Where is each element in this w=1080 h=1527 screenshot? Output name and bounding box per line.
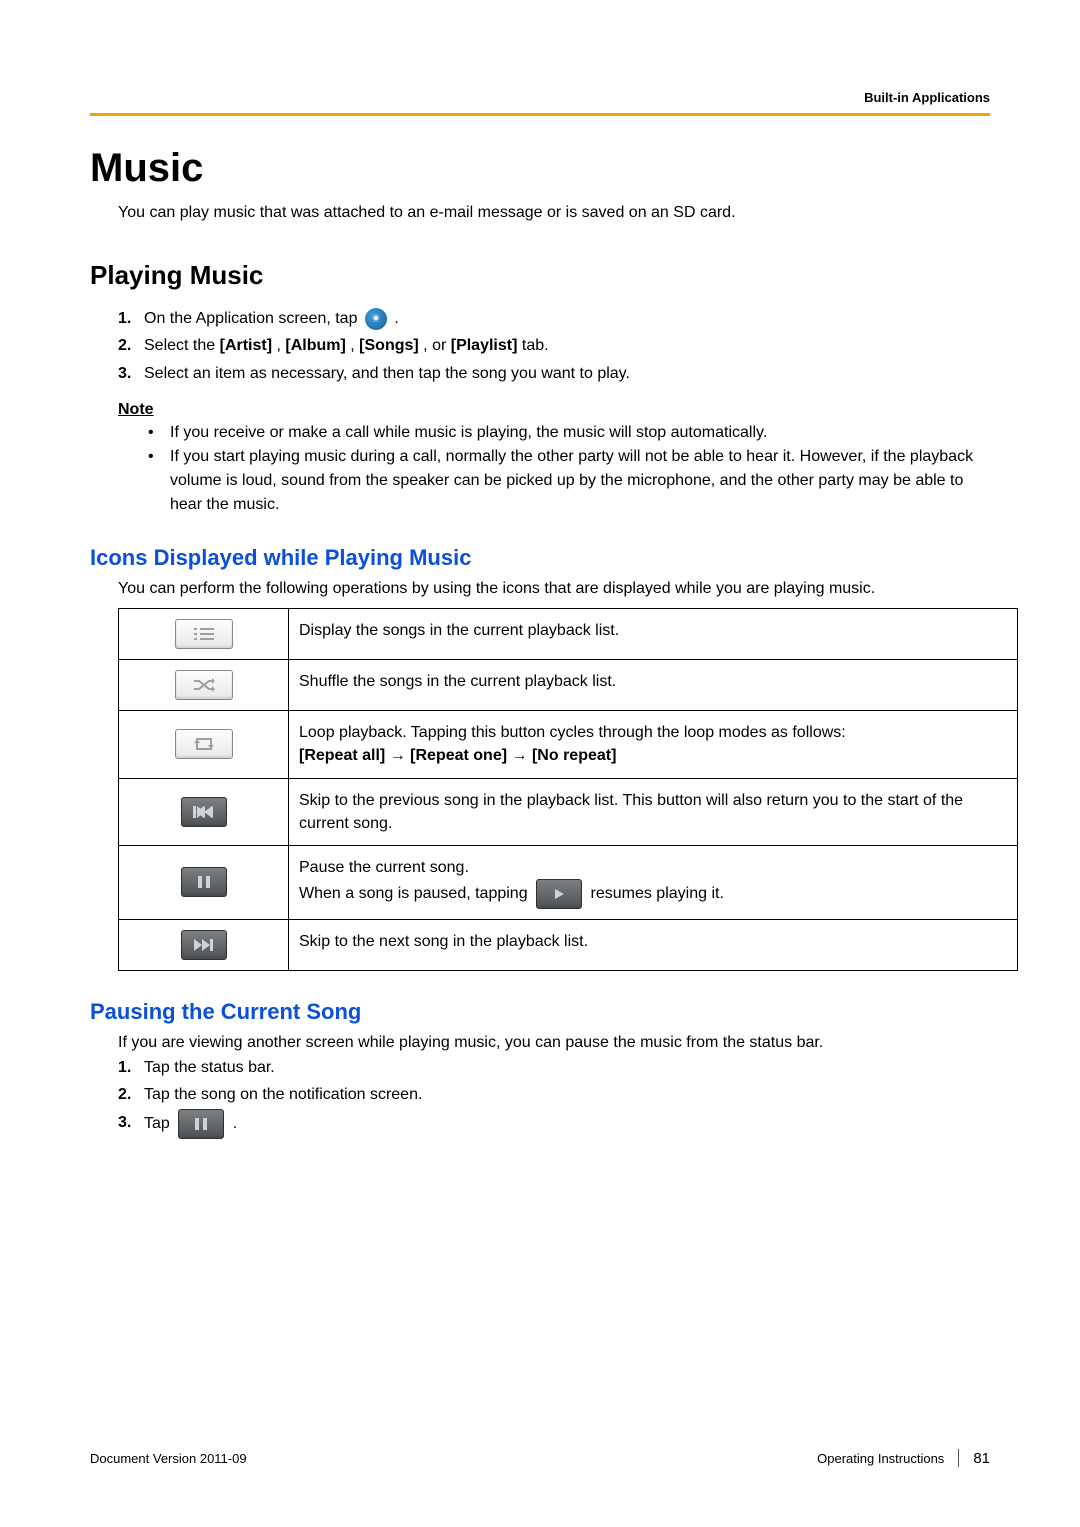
pause-line1: Pause the current song. [299, 859, 469, 876]
playing-steps: On the Application screen, tap . Select … [118, 305, 990, 387]
heading-playing-music: Playing Music [90, 260, 990, 291]
loop-opt-none: [No repeat] [532, 747, 616, 764]
footer-left: Document Version 2011-09 [90, 1451, 247, 1466]
note-item-2: If you start playing music during a call… [148, 445, 990, 517]
previous-desc: Skip to the previous song in the playbac… [289, 778, 1018, 845]
loop-opt-all: [Repeat all] [299, 747, 385, 764]
playing-step-2: Select the [Artist] , [Album] , [Songs] … [118, 332, 990, 359]
shuffle-desc: Shuffle the songs in the current playbac… [289, 659, 1018, 710]
page-number: 81 [973, 1450, 990, 1467]
pause-line2-suffix: resumes playing it. [591, 885, 724, 902]
step2-a: Select the [144, 337, 220, 354]
icons-intro: You can perform the following operations… [118, 577, 990, 600]
tab-songs: [Songs] [359, 337, 419, 354]
note-label: Note [118, 401, 990, 419]
table-row: Skip to the previous song in the playbac… [119, 778, 1018, 845]
pausing-step-3: Tap . [118, 1109, 990, 1139]
pause-line2-prefix: When a song is paused, tapping [299, 885, 532, 902]
step3-suffix: . [233, 1115, 237, 1132]
table-row: Display the songs in the current playbac… [119, 608, 1018, 659]
heading-pausing: Pausing the Current Song [90, 999, 990, 1025]
table-row: Skip to the next song in the playback li… [119, 920, 1018, 971]
shuffle-icon [175, 670, 233, 700]
step3-prefix: Tap [144, 1115, 174, 1132]
intro-text: You can play music that was attached to … [118, 201, 990, 224]
pausing-steps: Tap the status bar. Tap the song on the … [118, 1054, 990, 1138]
pausing-step-1: Tap the status bar. [118, 1054, 990, 1081]
loop-line1: Loop playback. Tapping this button cycle… [299, 724, 846, 741]
sep2: , [350, 337, 359, 354]
step1-suffix: . [394, 310, 398, 327]
icon-table: Display the songs in the current playbac… [118, 608, 1018, 971]
page-title: Music [90, 146, 990, 191]
pause-icon-inline [178, 1109, 224, 1139]
music-app-icon [365, 308, 387, 330]
repeat-desc: Loop playback. Tapping this button cycle… [289, 711, 1018, 778]
playing-step-1: On the Application screen, tap . [118, 305, 990, 332]
playing-step-3: Select an item as necessary, and then ta… [118, 360, 990, 387]
loop-arrow-1: → [390, 747, 410, 764]
next-desc: Skip to the next song in the playback li… [289, 920, 1018, 971]
step2-b: tab. [522, 337, 549, 354]
page-footer: Document Version 2011-09 Operating Instr… [90, 1449, 990, 1467]
header-divider [90, 113, 990, 116]
previous-icon [181, 797, 227, 827]
table-row: Shuffle the songs in the current playbac… [119, 659, 1018, 710]
loop-opt-one: [Repeat one] [410, 747, 507, 764]
note-list: If you receive or make a call while musi… [148, 421, 990, 517]
playlist-desc: Display the songs in the current playbac… [289, 608, 1018, 659]
step1-prefix: On the Application screen, tap [144, 310, 362, 327]
sep3: , or [423, 337, 451, 354]
table-row: Loop playback. Tapping this button cycle… [119, 711, 1018, 778]
footer-manual-title: Operating Instructions [817, 1451, 944, 1466]
pausing-step-2: Tap the song on the notification screen. [118, 1081, 990, 1108]
heading-icons: Icons Displayed while Playing Music [90, 545, 990, 571]
repeat-icon [175, 729, 233, 759]
loop-arrow-2: → [512, 747, 532, 764]
next-icon [181, 930, 227, 960]
tab-artist: [Artist] [220, 337, 272, 354]
pause-desc: Pause the current song. When a song is p… [289, 845, 1018, 919]
pausing-intro: If you are viewing another screen while … [118, 1031, 990, 1054]
tab-playlist: [Playlist] [451, 337, 518, 354]
tab-album: [Album] [285, 337, 345, 354]
playlist-icon [175, 619, 233, 649]
breadcrumb: Built-in Applications [90, 90, 990, 105]
note-item-1: If you receive or make a call while musi… [148, 421, 990, 445]
play-icon [536, 879, 582, 909]
table-row: Pause the current song. When a song is p… [119, 845, 1018, 919]
footer-divider [958, 1449, 959, 1467]
pause-icon [181, 867, 227, 897]
